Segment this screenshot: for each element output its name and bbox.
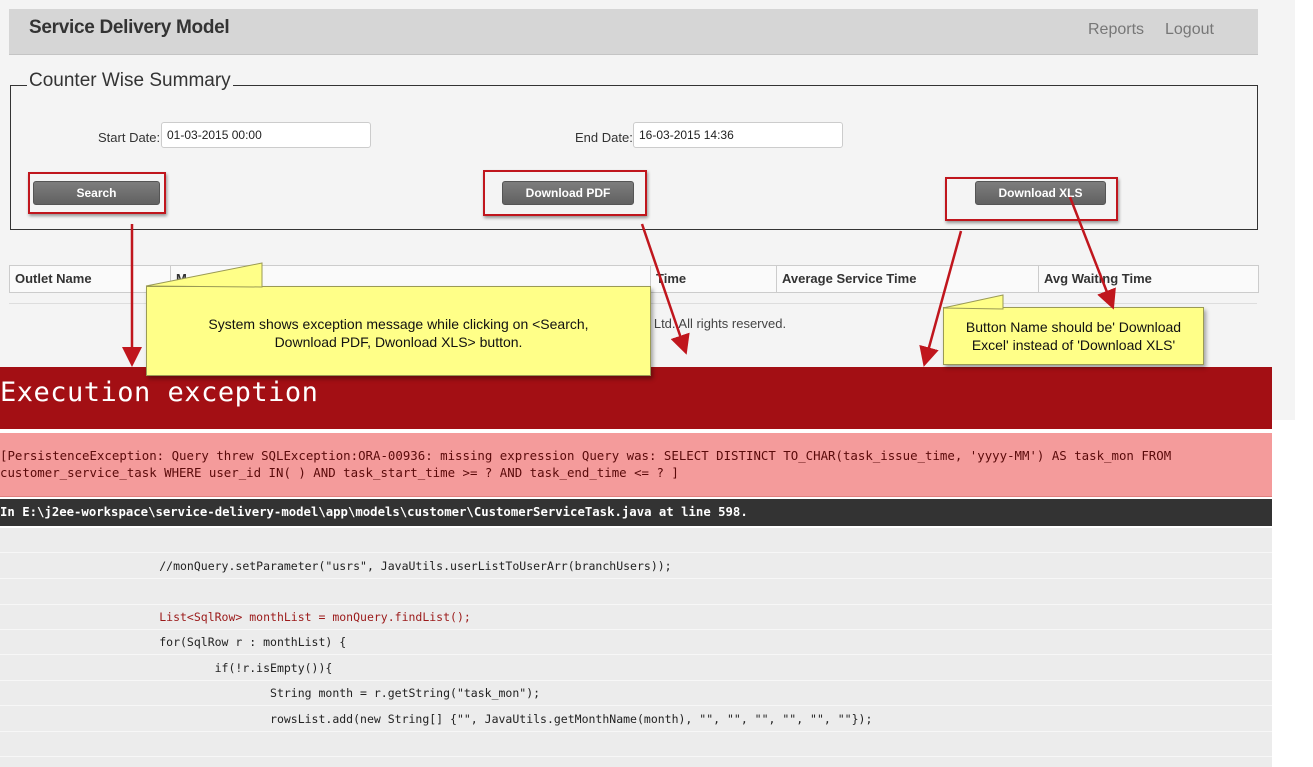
- top-navbar: Service Delivery Model Reports Logout: [9, 9, 1258, 55]
- search-highlight-box: [28, 172, 166, 214]
- code-line: String month = r.getString("task_mon");: [0, 681, 1272, 706]
- exception-message-line: [PersistenceException: Query threw SQLEx…: [0, 448, 1172, 463]
- end-date-input[interactable]: [633, 122, 843, 148]
- code-snippet: //monQuery.setParameter("usrs", JavaUtil…: [0, 528, 1272, 767]
- callout-text: Button Name should be' Download Excel' i…: [965, 319, 1182, 353]
- column-header[interactable]: Average Service Time: [777, 266, 1039, 292]
- start-date-label: Start Date:: [98, 130, 161, 145]
- code-line: if(!r.isEmpty()){: [0, 656, 1272, 681]
- pdf-highlight-box: [483, 170, 647, 216]
- column-header[interactable]: Time: [651, 266, 777, 292]
- column-header[interactable]: Avg Waiting Time: [1039, 266, 1258, 292]
- end-date-label: End Date:: [575, 130, 633, 145]
- annotation-callout-rename: Button Name should be' Download Excel' i…: [943, 307, 1204, 365]
- brand-title[interactable]: Service Delivery Model: [29, 17, 230, 39]
- annotation-callout-exception: System shows exception message while cli…: [146, 286, 651, 376]
- callout-text: System shows exception message while cli…: [208, 316, 589, 350]
- xls-highlight-box: [945, 177, 1118, 221]
- code-line: [0, 580, 1272, 605]
- start-date-input[interactable]: [161, 122, 371, 148]
- code-line: for(SqlRow r : monthList) {: [0, 630, 1272, 655]
- fieldset-legend: Counter Wise Summary: [27, 70, 233, 92]
- exception-message-line: customer_service_task WHERE user_id IN( …: [0, 465, 679, 480]
- code-line: //monQuery.setParameter("usrs", JavaUtil…: [0, 554, 1272, 579]
- exception-title-bar: Execution exception: [0, 367, 1272, 429]
- exception-location: In E:\j2ee-workspace\service-delivery-mo…: [0, 499, 1272, 526]
- nav-logout-link[interactable]: Logout: [1165, 21, 1214, 39]
- code-line: [0, 528, 1272, 553]
- code-line-error: List<SqlRow> monthList = monQuery.findLi…: [0, 605, 1272, 630]
- exception-title: Execution exception: [0, 377, 319, 408]
- code-line: rowsList.add(new String[] {"", JavaUtils…: [0, 707, 1272, 732]
- nav-reports-link[interactable]: Reports: [1088, 21, 1144, 39]
- footer-copyright: ces Ltd. All rights reserved.: [630, 316, 787, 331]
- exception-message: [PersistenceException: Query threw SQLEx…: [0, 433, 1272, 497]
- code-line: [0, 732, 1272, 757]
